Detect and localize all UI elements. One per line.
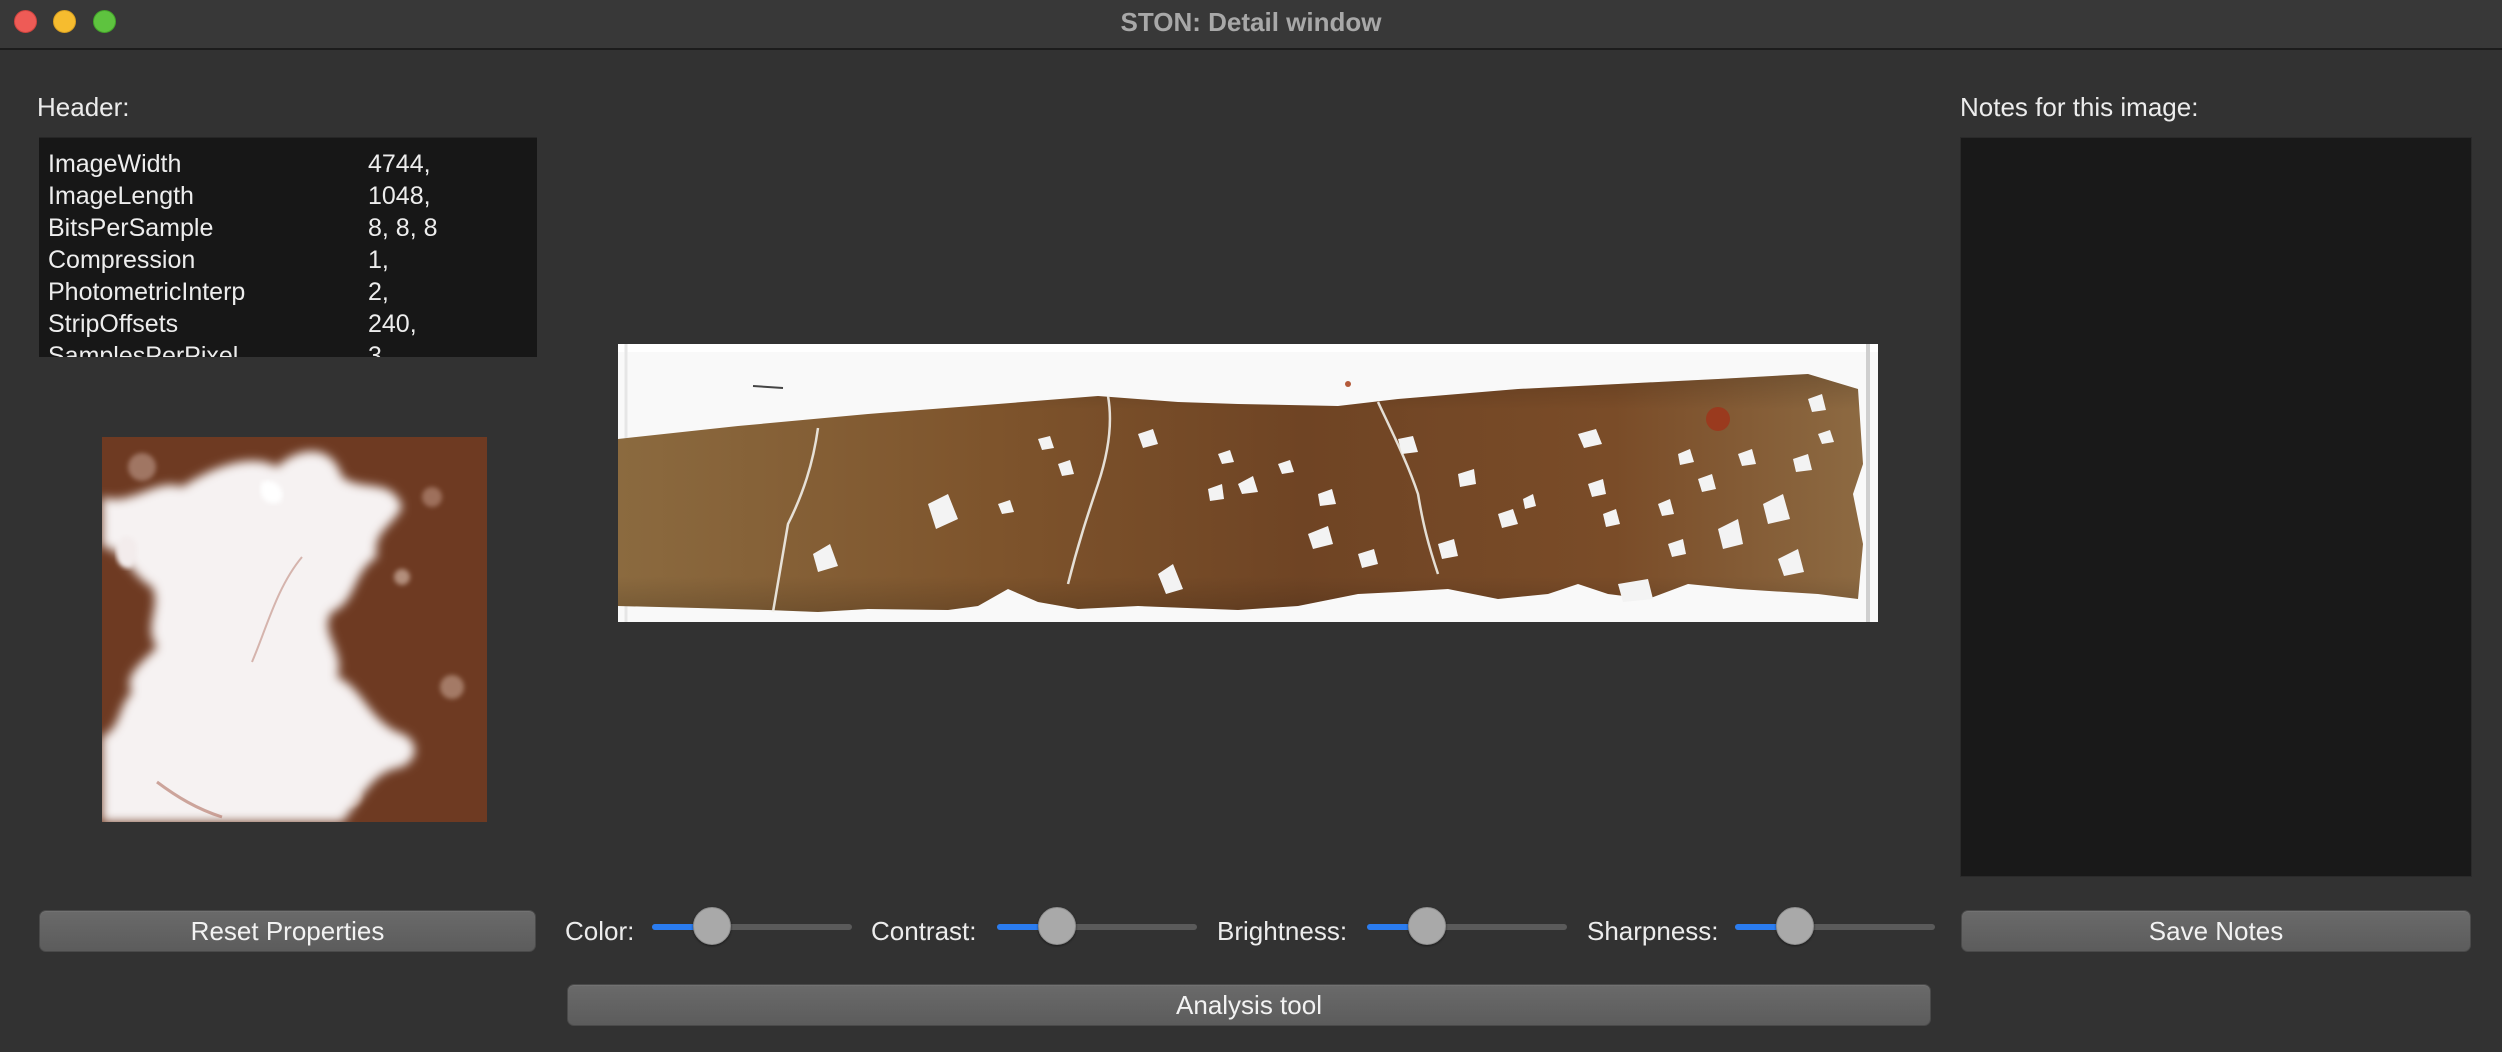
header-key: Compression	[48, 246, 196, 274]
main-sample-image	[618, 344, 1878, 622]
sharpness-slider-label: Sharpness:	[1587, 916, 1719, 946]
save-notes-button[interactable]: Save Notes	[1961, 910, 2471, 952]
header-value: 4744,	[368, 150, 431, 178]
contrast-slider[interactable]	[997, 906, 1197, 946]
list-item[interactable]: ImageLength 1048,	[48, 182, 537, 214]
color-slider[interactable]	[652, 906, 852, 946]
header-key: SamplesPerPixel	[48, 342, 239, 357]
header-value: 8, 8, 8	[368, 214, 438, 242]
slider-knob[interactable]	[692, 907, 731, 945]
header-key: ImageLength	[48, 182, 194, 210]
header-metadata-list[interactable]: ImageWidth 4744, ImageLength 1048, BitsP…	[39, 137, 537, 357]
list-item[interactable]: ImageWidth 4744,	[48, 150, 537, 182]
color-slider-label: Color:	[565, 916, 635, 946]
window-title: STON: Detail window	[1120, 7, 1382, 37]
list-item[interactable]: PhotometricInterp 2,	[48, 278, 537, 310]
slider-knob[interactable]	[1775, 907, 1814, 945]
contrast-slider-label: Contrast:	[871, 916, 977, 946]
header-key: StripOffsets	[48, 310, 179, 338]
header-value: 240,	[368, 310, 417, 338]
brightness-slider-label: Brightness:	[1217, 916, 1348, 946]
list-item[interactable]: BitsPerSample 8, 8, 8	[48, 214, 537, 246]
notes-textarea[interactable]	[1960, 137, 2472, 877]
notes-label: Notes for this image:	[1960, 92, 2199, 122]
brightness-slider[interactable]	[1367, 906, 1567, 946]
slider-knob[interactable]	[1037, 907, 1076, 945]
title-bar: STON: Detail window	[0, 0, 2502, 50]
sharpness-slider[interactable]	[1735, 906, 1935, 946]
list-item[interactable]: Compression 1,	[48, 246, 537, 278]
header-value: 2,	[368, 278, 389, 306]
header-key: BitsPerSample	[48, 214, 214, 242]
list-item[interactable]: StripOffsets 240,	[48, 310, 537, 342]
reset-properties-button[interactable]: Reset Properties	[39, 910, 536, 952]
header-key: PhotometricInterp	[48, 278, 246, 306]
zoomed-detail-image	[102, 437, 487, 822]
header-key: ImageWidth	[48, 150, 182, 178]
list-item[interactable]: SamplesPerPixel 3,	[48, 342, 537, 357]
header-value: 1,	[368, 246, 389, 274]
header-value: 1048,	[368, 182, 431, 210]
analysis-tool-button[interactable]: Analysis tool	[567, 984, 1931, 1026]
slider-knob[interactable]	[1407, 907, 1446, 945]
header-label: Header:	[37, 92, 130, 122]
header-value: 3,	[368, 342, 389, 357]
